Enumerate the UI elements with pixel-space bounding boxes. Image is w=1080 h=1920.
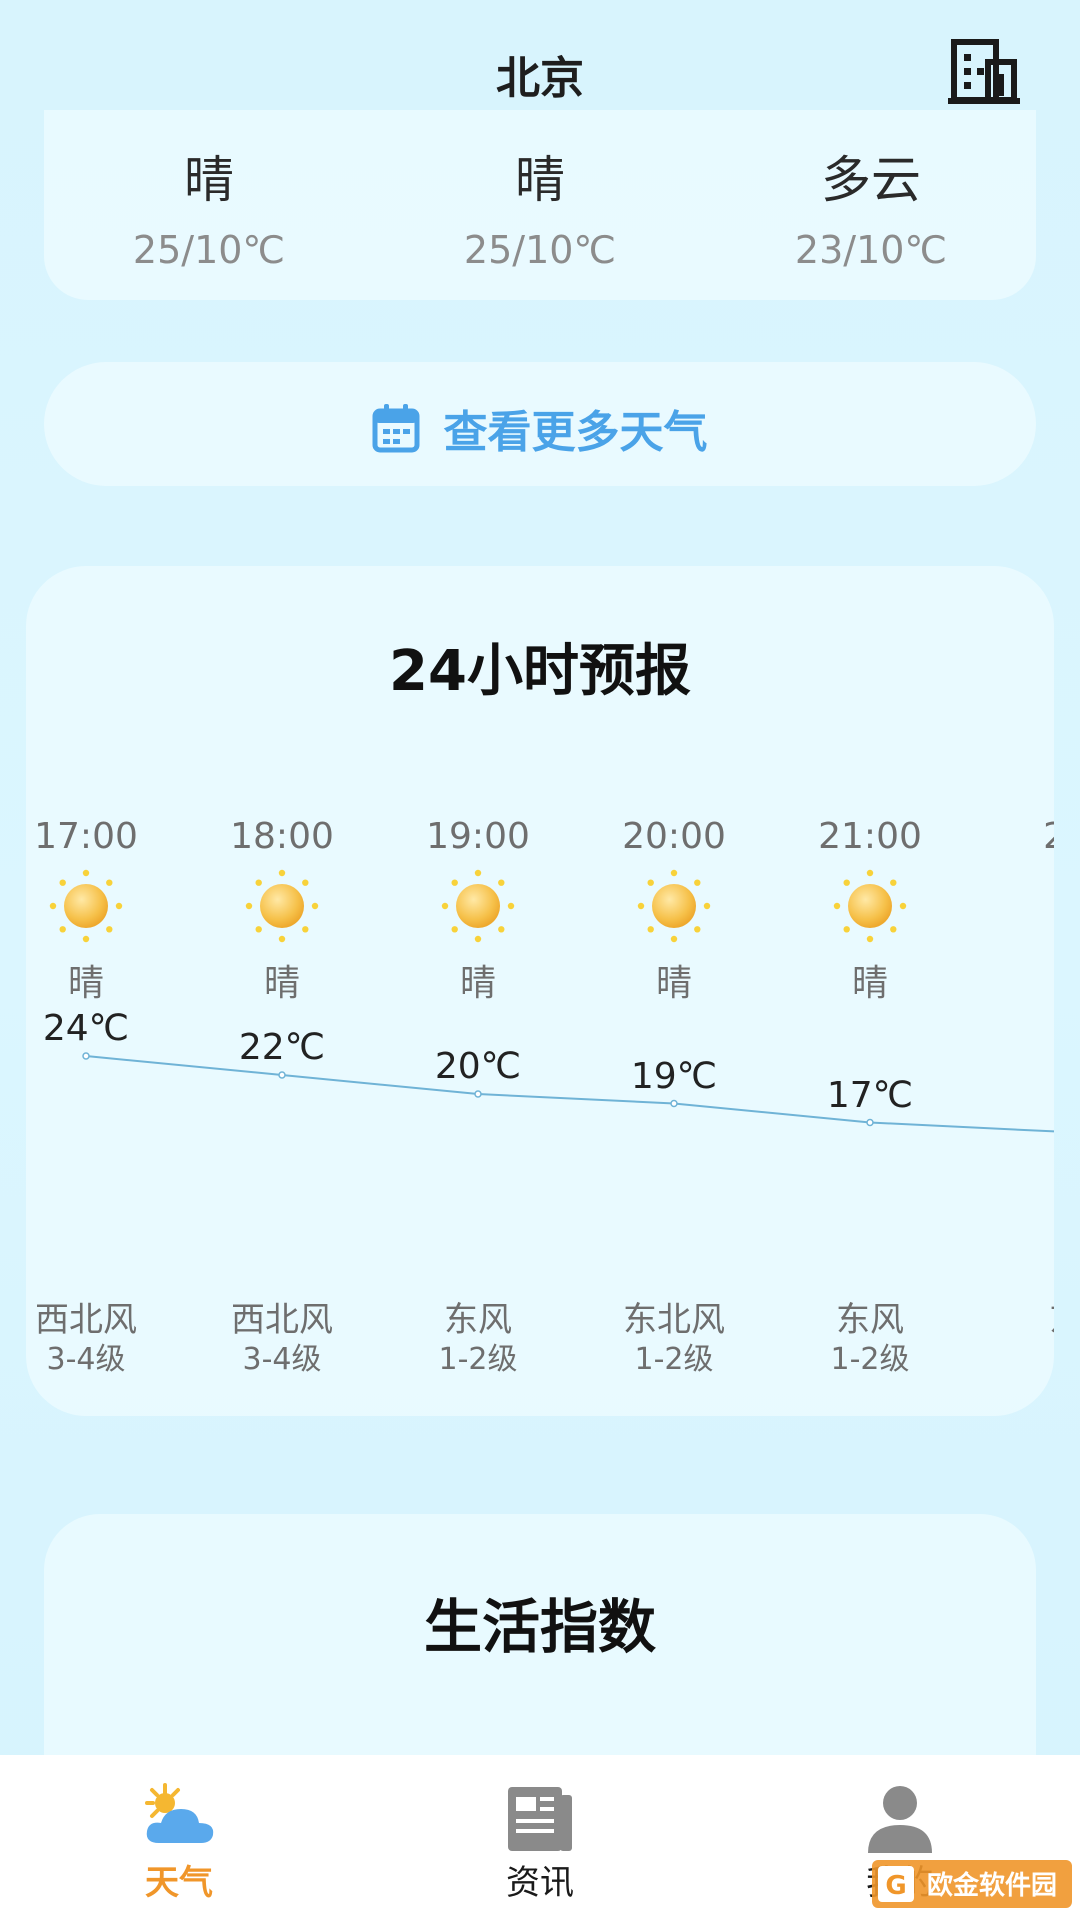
sun-icon	[245, 869, 319, 943]
hourly-forecast-card: 24小时预报 17:00 晴 24℃ 西北风 3-4级 18:00 晴 22℃ 西北风 3-4级 1…	[26, 566, 1054, 1416]
hourly-item: 20:00 晴 19℃ 东北风 1-2级	[576, 566, 772, 1416]
svg-text:G: G	[885, 1871, 906, 1901]
hourly-item: 18:00 晴 22℃ 西北风 3-4级	[184, 566, 380, 1416]
hourly-item: 221东1-	[968, 566, 1054, 1416]
hourly-item: 19:00 晴 20℃ 东风 1-2级	[380, 566, 576, 1416]
weather-icon	[145, 1783, 214, 1843]
hour-temperature: 1	[968, 1084, 1054, 1125]
hour-condition: 晴	[655, 963, 692, 1004]
day-temperature: 25/10℃	[463, 228, 617, 272]
hour-temperature: 17℃	[826, 1074, 914, 1116]
hour-condition: 晴	[851, 963, 888, 1004]
daily-forecast-card: 晴 25/10℃ 晴 25/10℃ 多云 23/10℃	[44, 110, 1036, 300]
day-condition: 晴	[515, 151, 565, 209]
hour-temperature: 22℃	[238, 1027, 326, 1068]
hour-condition: 晴	[67, 963, 104, 1004]
wind-level: 3-4级	[242, 1342, 322, 1377]
wind-level: 1-2级	[634, 1342, 714, 1377]
more-weather-button[interactable]: 查看更多天气	[44, 362, 1036, 486]
hour-time: 20:00	[622, 816, 726, 857]
sun-icon	[441, 869, 515, 943]
sun-icon	[49, 869, 123, 943]
tab-label: 天气	[145, 1863, 213, 1903]
building-icon[interactable]	[948, 38, 1020, 106]
day-temperature: 25/10℃	[132, 228, 286, 272]
tab-weather[interactable]: 天气	[79, 1755, 279, 1920]
hourly-item: 21:00 晴 17℃ 东风 1-2级	[772, 566, 968, 1416]
hour-temperature: 24℃	[42, 1008, 130, 1049]
hour-condition: 晴	[263, 963, 300, 1004]
wind-level: 1-2级	[438, 1342, 518, 1377]
hour-time: 21:00	[818, 816, 922, 857]
sun-icon	[637, 869, 711, 943]
tab-label: 资讯	[506, 1863, 574, 1903]
day-forecast[interactable]: 多云 23/10℃	[706, 110, 1036, 272]
hour-temperature: 19℃	[630, 1055, 718, 1097]
page-title: 北京	[496, 53, 584, 104]
hourly-item: 17:00 晴 24℃ 西北风 3-4级	[26, 566, 184, 1416]
news-icon	[508, 1787, 572, 1851]
watermark-logo: G 欧金软件园	[872, 1860, 1072, 1908]
day-temperature: 23/10℃	[794, 228, 948, 272]
svg-text:欧金软件园: 欧金软件园	[927, 1870, 1057, 1901]
hour-condition: 晴	[459, 963, 496, 1004]
user-icon	[868, 1786, 932, 1853]
day-condition: 晴	[184, 151, 234, 209]
tab-news[interactable]: 资讯	[440, 1755, 640, 1920]
hour-time: 19:00	[426, 816, 530, 857]
calendar-icon	[372, 404, 420, 453]
wind-level: 1-	[968, 1334, 1054, 1369]
day-forecast[interactable]: 晴 25/10℃	[44, 110, 374, 272]
weather-page: 北京 晴 25/10℃ 晴 25/10℃ 多云 23/10℃ 查看更多天气 24…	[0, 0, 1080, 1920]
sun-icon	[833, 869, 907, 943]
wind-level: 1-2级	[830, 1342, 910, 1377]
more-weather-label: 查看更多天气	[443, 407, 708, 458]
hour-time: 22	[968, 816, 1054, 857]
hour-time: 17:00	[34, 816, 138, 857]
hour-time: 18:00	[230, 816, 334, 857]
wind-level: 3-4级	[46, 1342, 126, 1377]
life-index-title: 生活指数	[423, 1593, 656, 1661]
day-condition: 多云	[821, 151, 921, 209]
hour-temperature: 20℃	[434, 1046, 522, 1087]
day-forecast[interactable]: 晴 25/10℃	[375, 110, 705, 272]
